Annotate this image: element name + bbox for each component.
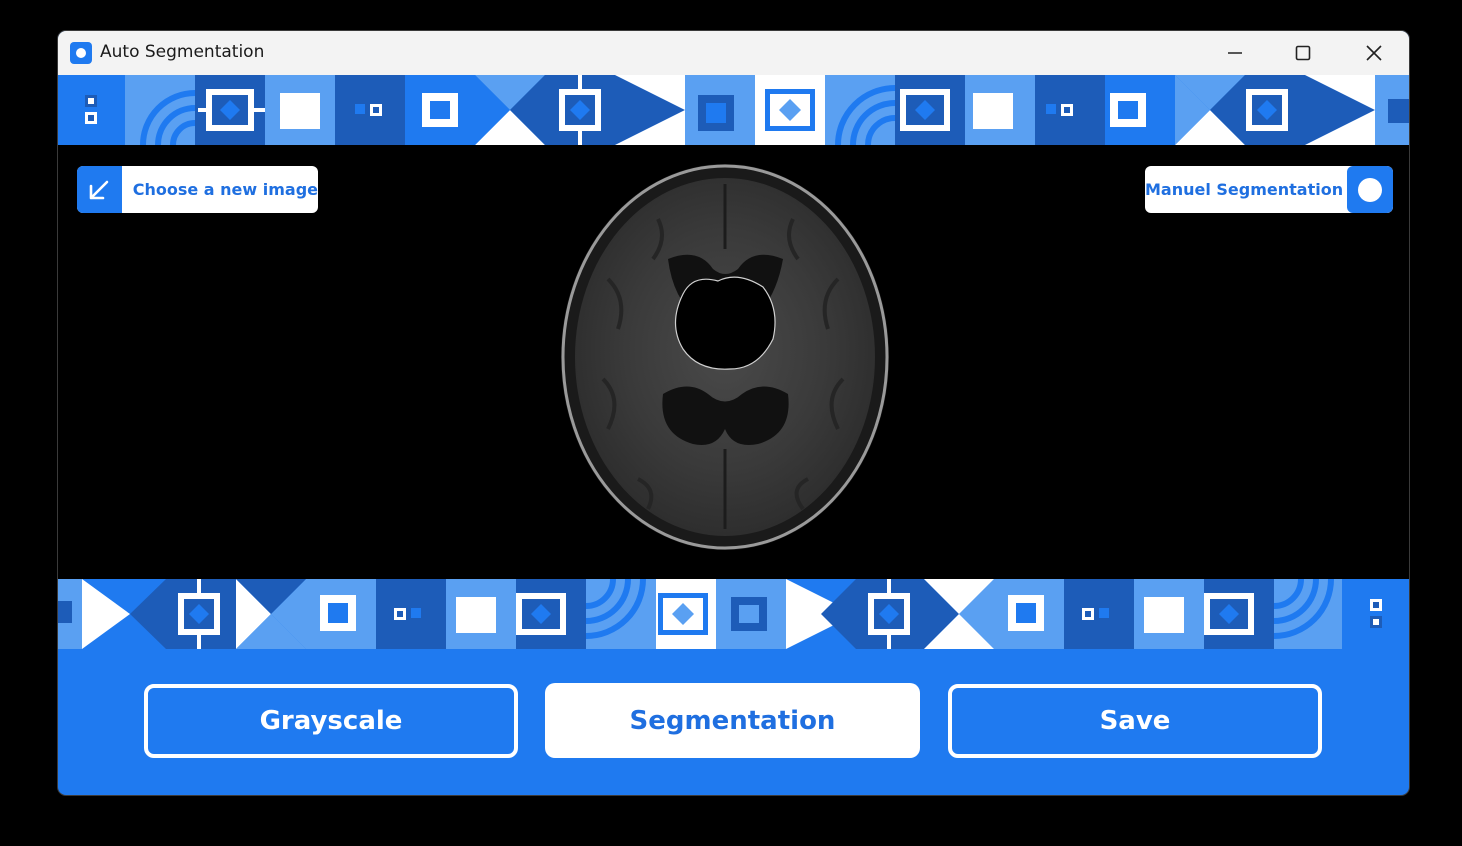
segmentation-button[interactable]: Segmentation (545, 683, 920, 758)
close-icon (1366, 45, 1382, 61)
bottom-pattern-band (58, 579, 1409, 649)
toggle-knob (1358, 177, 1383, 202)
image-viewer: Choose a new image Manuel Segmentation (58, 145, 1409, 579)
app-window: Auto Segmentation Choose a new image Man… (58, 31, 1409, 795)
choose-new-image-label: Choose a new image (132, 180, 318, 199)
grayscale-button[interactable]: Grayscale (144, 684, 518, 758)
save-button[interactable]: Save (948, 684, 1322, 758)
arrow-down-left-icon (77, 166, 122, 213)
decorative-pattern (58, 75, 1409, 145)
title-bar[interactable]: Auto Segmentation (58, 31, 1409, 75)
maximize-icon (1295, 45, 1311, 61)
decorative-pattern (58, 579, 1409, 649)
mri-scan-image (561, 164, 889, 550)
top-pattern-band (58, 75, 1409, 145)
close-button[interactable] (1340, 31, 1408, 75)
window-title: Auto Segmentation (100, 42, 265, 62)
choose-new-image-button[interactable]: Choose a new image (77, 166, 318, 213)
manual-segmentation-toggle[interactable]: Manuel Segmentation (1145, 166, 1393, 213)
toggle-switch[interactable] (1347, 166, 1393, 213)
app-icon (70, 42, 92, 64)
manual-segmentation-label: Manuel Segmentation (1145, 180, 1344, 199)
minimize-button[interactable] (1201, 31, 1269, 75)
maximize-button[interactable] (1269, 31, 1337, 75)
minimize-icon (1228, 52, 1242, 54)
